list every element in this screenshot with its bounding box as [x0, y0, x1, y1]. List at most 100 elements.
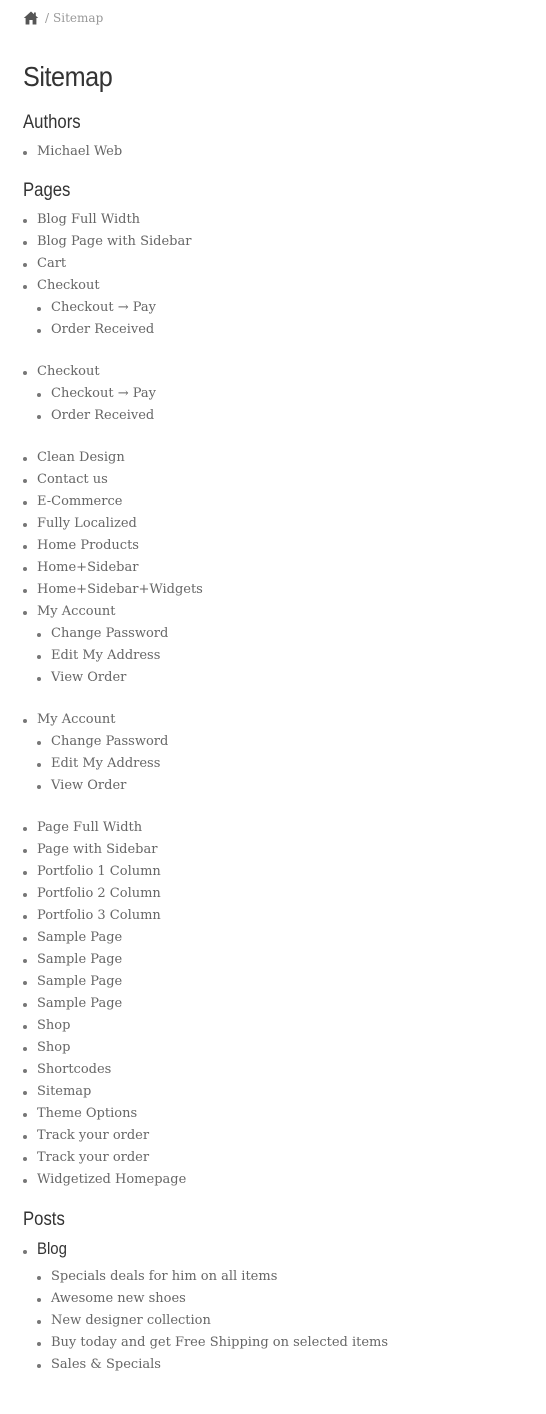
post-list: Specials deals for him on all items Aweso…: [37, 1266, 546, 1376]
page-item: Widgetized Homepage: [23, 1169, 546, 1191]
page-item-group: Checkout Checkout → Pay Order Received: [23, 275, 546, 341]
author-item: Michael Web: [23, 141, 546, 163]
post-category: Blog Specials deals for him on all items A…: [23, 1238, 546, 1376]
subpage-item: View Order: [37, 667, 546, 689]
subpage-item: Change Password: [37, 623, 546, 645]
subpage-item: Order Received: [37, 405, 546, 427]
post-item: Sales & Specials: [37, 1354, 546, 1376]
page-item-group: My Account Change Password Edit My Address…: [23, 709, 546, 797]
sitemap-link[interactable]: Portfolio 1 Column: [37, 864, 161, 879]
sitemap-link[interactable]: View Order: [51, 778, 126, 793]
post-item: Buy today and get Free Shipping on selec…: [37, 1332, 546, 1354]
sitemap-link[interactable]: Sitemap: [37, 1084, 91, 1099]
sitemap-link[interactable]: Checkout: [37, 275, 546, 297]
sitemap-link[interactable]: Checkout: [37, 361, 546, 383]
sitemap-link[interactable]: View Order: [51, 670, 126, 685]
subpage-item: View Order: [37, 775, 546, 797]
page-item: Home Products: [23, 535, 546, 557]
sitemap-link[interactable]: Fully Localized: [37, 516, 137, 531]
pages-section: Pages Blog Full Width Blog Page with Side…: [23, 180, 546, 1191]
page-item: Clean Design: [23, 447, 546, 469]
sitemap-link[interactable]: Order Received: [51, 322, 154, 337]
sitemap-link[interactable]: Blog Page with Sidebar: [37, 234, 191, 249]
authors-section: Authors Michael Web: [23, 112, 546, 163]
page-item: Cart: [23, 253, 546, 275]
sitemap-link[interactable]: Page with Sidebar: [37, 842, 157, 857]
subpage-item: Edit My Address: [37, 753, 546, 775]
sitemap-link[interactable]: Buy today and get Free Shipping on selec…: [51, 1335, 388, 1350]
sitemap-link[interactable]: Specials deals for him on all items: [51, 1269, 277, 1284]
page-item: Fully Localized: [23, 513, 546, 535]
sitemap-link[interactable]: Shop: [37, 1040, 70, 1055]
sitemap-link[interactable]: Widgetized Homepage: [37, 1172, 186, 1187]
home-icon[interactable]: [23, 10, 39, 26]
page-item: Portfolio 2 Column: [23, 883, 546, 905]
sitemap-link[interactable]: Shop: [37, 1018, 70, 1033]
page-item: Theme Options: [23, 1103, 546, 1125]
sitemap-link[interactable]: Theme Options: [37, 1106, 137, 1121]
authors-heading: Authors: [23, 112, 81, 133]
sitemap-link[interactable]: Contact us: [37, 472, 108, 487]
posts-section: Posts Blog Specials deals for him on all …: [23, 1209, 546, 1376]
subpage-item: Change Password: [37, 731, 546, 753]
sitemap-link[interactable]: Home Products: [37, 538, 139, 553]
subpage-list: Checkout → Pay Order Received: [37, 297, 546, 341]
sitemap-link[interactable]: Checkout → Pay: [51, 300, 156, 315]
page-item: Blog Page with Sidebar: [23, 231, 546, 253]
sitemap-link[interactable]: My Account: [37, 709, 546, 731]
page-item: Sample Page: [23, 927, 546, 949]
sitemap-link[interactable]: My Account: [37, 601, 546, 623]
sitemap-link[interactable]: Michael Web: [37, 144, 122, 159]
pages-list: Blog Full Width Blog Page with Sidebar Car…: [23, 209, 546, 1191]
subpage-item: Edit My Address: [37, 645, 546, 667]
sitemap-link[interactable]: Page Full Width: [37, 820, 142, 835]
page-item: Track your order: [23, 1147, 546, 1169]
sitemap-link[interactable]: Sample Page: [37, 930, 122, 945]
sitemap-link[interactable]: Clean Design: [37, 450, 125, 465]
sitemap-link[interactable]: Edit My Address: [51, 756, 160, 771]
sitemap-link[interactable]: Portfolio 2 Column: [37, 886, 161, 901]
sitemap-link[interactable]: Sample Page: [37, 996, 122, 1011]
sitemap-link[interactable]: Change Password: [51, 734, 168, 749]
page-item-group: Checkout Checkout → Pay Order Received: [23, 361, 546, 427]
sitemap-link[interactable]: New designer collection: [51, 1313, 211, 1328]
breadcrumb: / Sitemap: [23, 0, 546, 36]
page-item: Home+Sidebar: [23, 557, 546, 579]
sitemap-link[interactable]: Order Received: [51, 408, 154, 423]
page-title: Sitemap: [23, 61, 113, 92]
sitemap-link[interactable]: Sample Page: [37, 952, 122, 967]
post-item: New designer collection: [37, 1310, 546, 1332]
sitemap-link[interactable]: Track your order: [37, 1128, 149, 1143]
page-item: Page Full Width: [23, 817, 546, 839]
sitemap-link[interactable]: Home+Sidebar+Widgets: [37, 582, 203, 597]
sitemap-link[interactable]: Sample Page: [37, 974, 122, 989]
sitemap-page: / Sitemap Sitemap Authors Michael Web Pa…: [0, 0, 546, 1376]
posts-list: Blog Specials deals for him on all items A…: [23, 1238, 546, 1376]
sitemap-link[interactable]: Sales & Specials: [51, 1357, 161, 1372]
page-item: E-Commerce: [23, 491, 546, 513]
sitemap-link[interactable]: Change Password: [51, 626, 168, 641]
authors-list: Michael Web: [23, 141, 546, 163]
sitemap-link[interactable]: E-Commerce: [37, 494, 122, 509]
sitemap-link[interactable]: Edit My Address: [51, 648, 160, 663]
page-item: Track your order: [23, 1125, 546, 1147]
subpage-item: Order Received: [37, 319, 546, 341]
page-item: Home+Sidebar+Widgets: [23, 579, 546, 601]
page-item: Sample Page: [23, 949, 546, 971]
sitemap-link[interactable]: Track your order: [37, 1150, 149, 1165]
subpage-item: Checkout → Pay: [37, 297, 546, 319]
subpage-list: Change Password Edit My Address View Order: [37, 623, 546, 689]
sitemap-link[interactable]: Home+Sidebar: [37, 560, 138, 575]
sitemap-link[interactable]: Portfolio 3 Column: [37, 908, 161, 923]
sitemap-link[interactable]: Shortcodes: [37, 1062, 111, 1077]
page-item: Shortcodes: [23, 1059, 546, 1081]
sitemap-link[interactable]: Checkout → Pay: [51, 386, 156, 401]
page-item: Portfolio 3 Column: [23, 905, 546, 927]
page-item: Blog Full Width: [23, 209, 546, 231]
subpage-list: Change Password Edit My Address View Order: [37, 731, 546, 797]
sitemap-link[interactable]: Awesome new shoes: [51, 1291, 186, 1306]
sitemap-link[interactable]: Cart: [37, 256, 66, 271]
post-category-label: Blog: [37, 1239, 67, 1258]
page-item: Page with Sidebar: [23, 839, 546, 861]
sitemap-link[interactable]: Blog Full Width: [37, 212, 140, 227]
